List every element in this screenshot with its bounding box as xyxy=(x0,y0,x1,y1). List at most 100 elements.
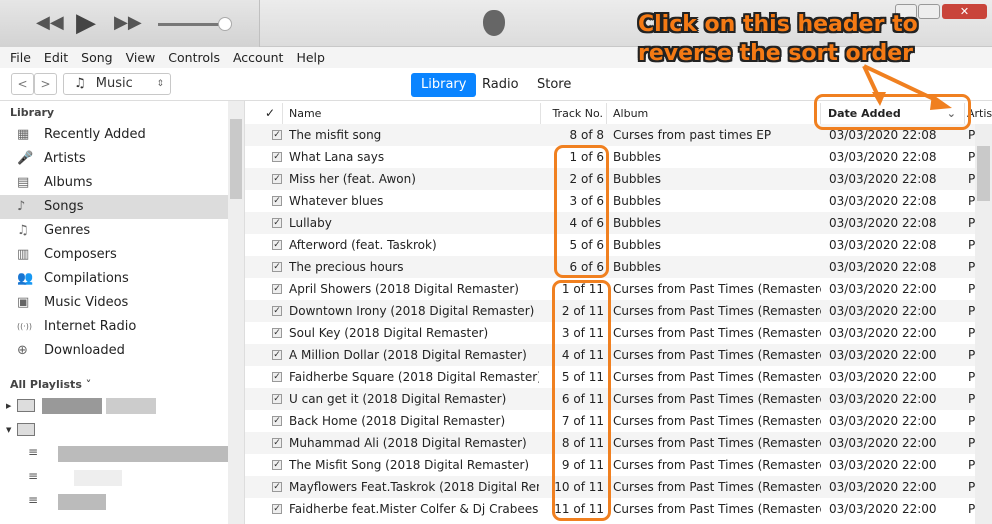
menu-help[interactable]: Help xyxy=(296,47,325,68)
song-name: U can get it (2018 Digital Remaster) xyxy=(289,392,507,406)
date-added: 03/03/2020 22:00 xyxy=(829,348,937,362)
microphone-icon: 🎤 xyxy=(17,151,34,166)
playlist-folder[interactable]: ▼ xyxy=(6,421,226,439)
sidebar-item-recently-added[interactable]: ▦ Recently Added xyxy=(0,123,228,147)
album-name: Bubbles xyxy=(613,216,662,230)
album-name: Curses from Past Times (Remastered) xyxy=(613,304,821,318)
row-checkbox[interactable]: ✓ xyxy=(272,328,282,338)
playlist-item[interactable]: ≡ xyxy=(28,493,228,511)
menu-edit[interactable]: Edit xyxy=(44,47,68,68)
header-name[interactable]: Name xyxy=(283,103,541,124)
sidebar-item-albums[interactable]: ▤ Albums xyxy=(0,171,228,195)
sidebar-item-songs[interactable]: ♪ Songs xyxy=(0,195,228,219)
media-source-select[interactable]: ♫ Music ⇕ xyxy=(63,73,171,95)
sidebar-scrollbar[interactable] xyxy=(228,101,244,524)
album-name: Curses from Past Times (Remastered) xyxy=(613,370,821,384)
row-checkbox[interactable]: ✓ xyxy=(272,130,282,140)
album-name: Bubbles xyxy=(613,150,662,164)
table-scrollbar[interactable] xyxy=(975,124,992,524)
row-checkbox[interactable]: ✓ xyxy=(272,372,282,382)
row-checkbox[interactable]: ✓ xyxy=(272,240,282,250)
album-name: Bubbles xyxy=(613,194,662,208)
play-button[interactable]: ▶ xyxy=(76,8,96,38)
menu-view[interactable]: View xyxy=(126,47,156,68)
song-name: Faidherbe feat.Mister Colfer & Dj Crabee… xyxy=(289,502,539,516)
row-checkbox[interactable]: ✓ xyxy=(272,460,282,470)
date-added: 03/03/2020 22:08 xyxy=(829,216,937,230)
playlist-folder[interactable]: ▶ xyxy=(6,397,226,415)
back-button[interactable]: < xyxy=(11,73,34,95)
row-checkbox[interactable]: ✓ xyxy=(272,482,282,492)
playlist-item[interactable]: ≡ xyxy=(28,445,228,463)
tab-radio[interactable]: Radio xyxy=(472,73,529,97)
album-name: Curses from Past Times (Remastered) xyxy=(613,282,821,296)
album-name: Curses from Past Times (Remastered) xyxy=(613,414,821,428)
playback-controls: ◀◀ ▶ ▶▶ xyxy=(0,0,260,47)
date-added: 03/03/2020 22:08 xyxy=(829,238,937,252)
row-checkbox[interactable]: ✓ xyxy=(272,438,282,448)
menu-account[interactable]: Account xyxy=(233,47,283,68)
sidebar-item-genres[interactable]: ♫ Genres xyxy=(0,219,228,243)
songs-table: ✓ Name Track No. Album Date Added ⌄ Artis… xyxy=(245,101,992,524)
album-icon: ▤ xyxy=(17,175,30,190)
playlist-item[interactable]: ≡ xyxy=(28,469,228,487)
date-added: 03/03/2020 22:00 xyxy=(829,436,937,450)
all-playlists-heading[interactable]: All Playlists ˅ xyxy=(10,378,91,391)
row-checkbox[interactable]: ✓ xyxy=(272,262,282,272)
row-checkbox[interactable]: ✓ xyxy=(272,504,282,514)
row-checkbox[interactable]: ✓ xyxy=(272,350,282,360)
highlight-track-6 xyxy=(554,145,609,278)
date-added: 03/03/2020 22:08 xyxy=(829,172,937,186)
sidebar-item-internet-radio[interactable]: ((·)) Internet Radio xyxy=(0,315,228,339)
tab-library[interactable]: Library xyxy=(411,73,477,97)
header-album[interactable]: Album xyxy=(607,103,821,124)
row-checkbox[interactable]: ✓ xyxy=(272,306,282,316)
fast-forward-button[interactable]: ▶▶ xyxy=(114,12,142,33)
table-row[interactable]: ✓ What Lana says 1 of 6 Bubbles 03/03/20… xyxy=(245,146,975,168)
header-check[interactable]: ✓ xyxy=(265,103,283,124)
track-number: 8 of 8 xyxy=(569,128,604,142)
header-track-no[interactable]: Track No. xyxy=(541,103,607,124)
row-checkbox[interactable]: ✓ xyxy=(272,218,282,228)
album-name: Curses from Past Times (Remastered) xyxy=(613,502,821,516)
row-checkbox[interactable]: ✓ xyxy=(272,284,282,294)
sidebar-item-downloaded[interactable]: ⊕ Downloaded xyxy=(0,339,228,363)
sidebar-item-label: Genres xyxy=(44,223,91,238)
rewind-button[interactable]: ◀◀ xyxy=(36,12,64,33)
date-added: 03/03/2020 22:00 xyxy=(829,304,937,318)
menu-song[interactable]: Song xyxy=(81,47,112,68)
table-row[interactable]: ✓ The precious hours 6 of 6 Bubbles 03/0… xyxy=(245,256,975,278)
sidebar-item-label: Artists xyxy=(44,151,86,166)
sidebar-item-artists[interactable]: 🎤 Artists xyxy=(0,147,228,171)
row-checkbox[interactable]: ✓ xyxy=(272,152,282,162)
sidebar-item-label: Recently Added xyxy=(44,127,146,142)
sidebar-item-label: Downloaded xyxy=(44,343,125,358)
volume-slider[interactable] xyxy=(158,17,232,31)
row-checkbox[interactable]: ✓ xyxy=(272,196,282,206)
song-name: Miss her (feat. Awon) xyxy=(289,172,416,186)
date-added: 03/03/2020 22:08 xyxy=(829,150,937,164)
menu-controls[interactable]: Controls xyxy=(168,47,220,68)
table-row[interactable]: ✓ Whatever blues 3 of 6 Bubbles 03/03/20… xyxy=(245,190,975,212)
table-row[interactable]: ✓ Miss her (feat. Awon) 2 of 6 Bubbles 0… xyxy=(245,168,975,190)
date-added: 03/03/2020 22:08 xyxy=(829,260,937,274)
forward-button[interactable]: > xyxy=(34,73,57,95)
sidebar-item-composers[interactable]: ▥ Composers xyxy=(0,243,228,267)
menu-file[interactable]: File xyxy=(10,47,31,68)
video-icon: ▣ xyxy=(17,295,30,310)
arrow-icon xyxy=(862,64,952,110)
table-row[interactable]: ✓ Lullaby 4 of 6 Bubbles 03/03/2020 22:0… xyxy=(245,212,975,234)
tab-store[interactable]: Store xyxy=(527,73,581,97)
row-checkbox[interactable]: ✓ xyxy=(272,416,282,426)
folder-icon xyxy=(17,399,35,412)
close-button[interactable]: ✕ xyxy=(942,4,987,19)
album-name: Curses from Past Times (Remastered) xyxy=(613,392,821,406)
table-row[interactable]: ✓ Afterword (feat. Taskrok) 5 of 6 Bubbl… xyxy=(245,234,975,256)
sidebar-item-compilations[interactable]: 👥 Compilations xyxy=(0,267,228,291)
album-name: Curses from Past Times (Remastered) xyxy=(613,348,821,362)
radio-icon: ((·)) xyxy=(17,322,33,331)
maximize-button[interactable] xyxy=(918,4,940,19)
row-checkbox[interactable]: ✓ xyxy=(272,394,282,404)
sidebar-item-music-videos[interactable]: ▣ Music Videos xyxy=(0,291,228,315)
row-checkbox[interactable]: ✓ xyxy=(272,174,282,184)
